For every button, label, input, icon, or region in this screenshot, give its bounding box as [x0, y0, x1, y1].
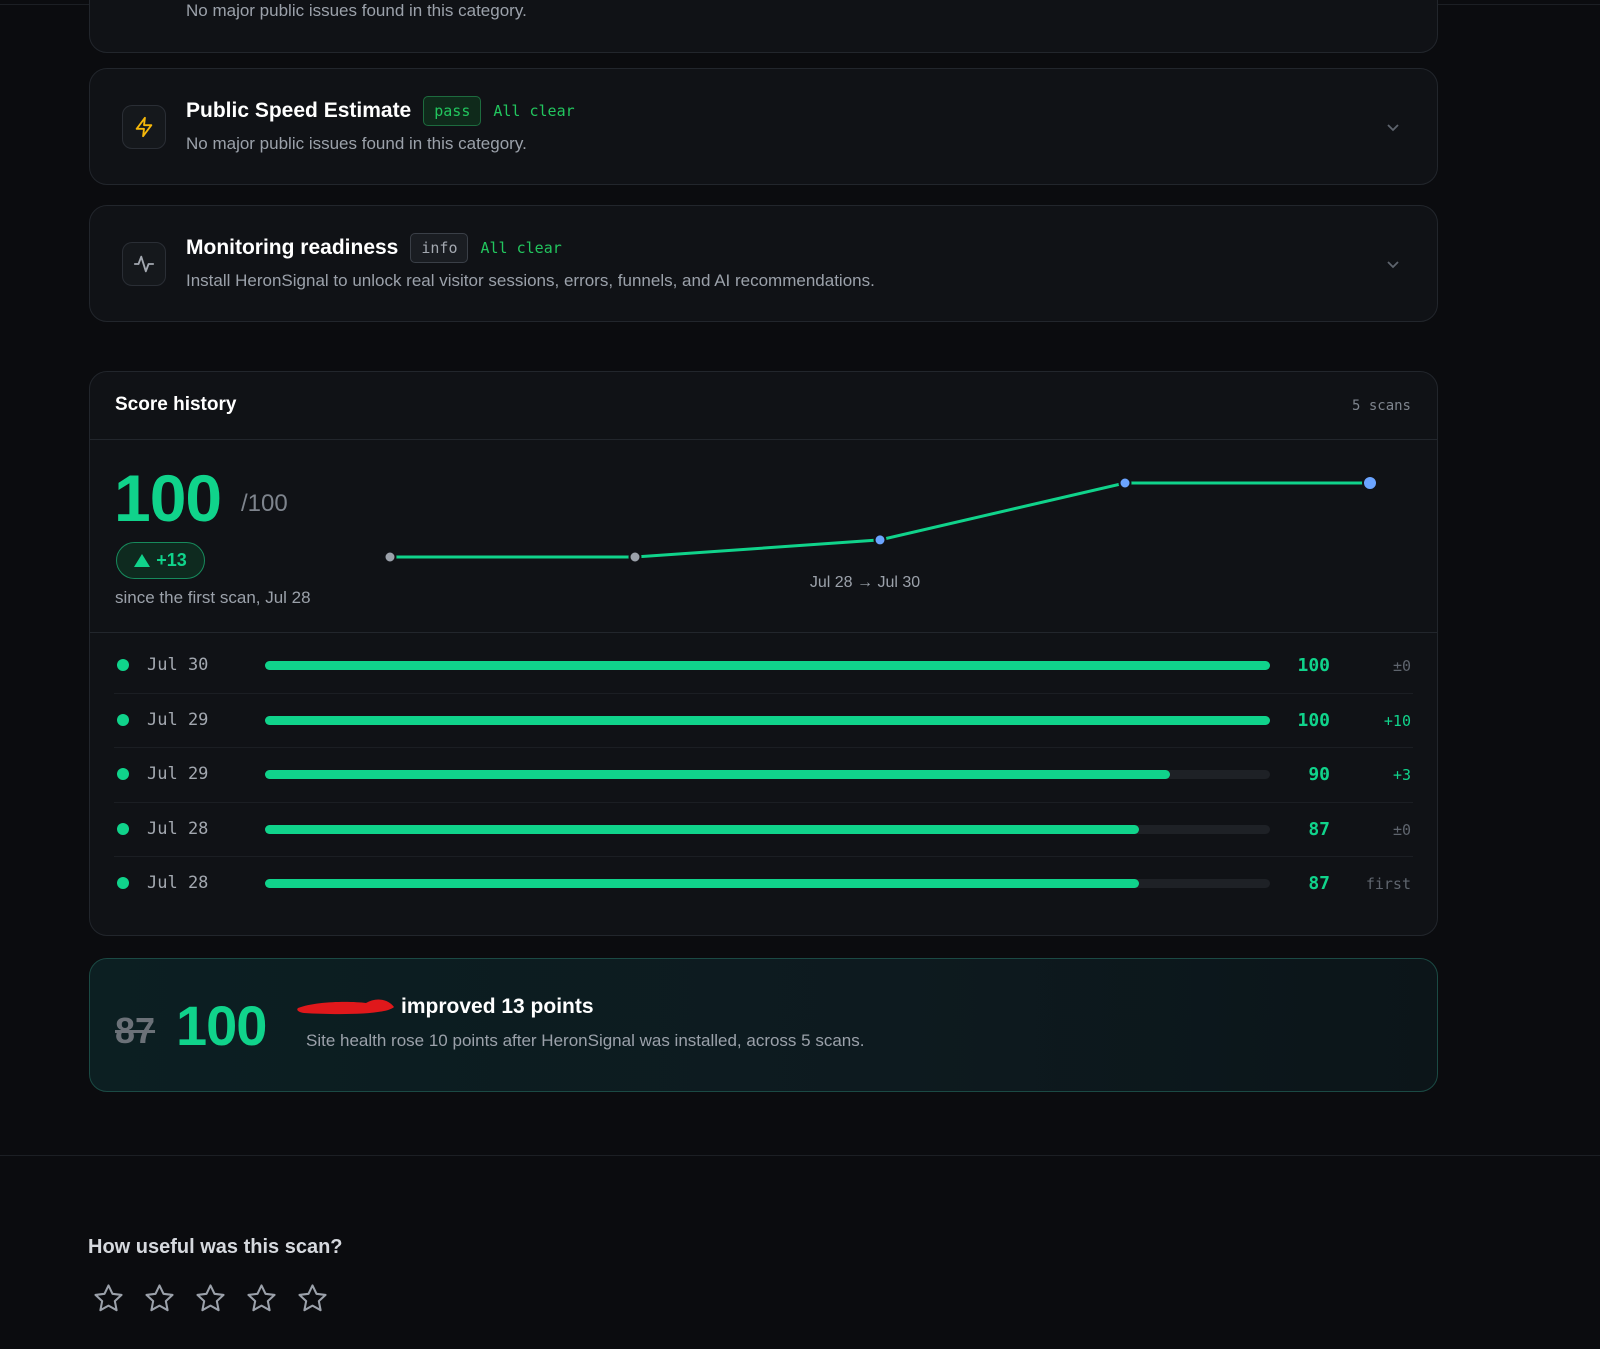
max-score: /100 — [241, 490, 288, 517]
row-date: Jul 30 — [147, 655, 209, 675]
row-delta: +10 — [1383, 711, 1411, 730]
row-date: Jul 28 — [147, 873, 209, 893]
row-divider — [114, 856, 1413, 857]
arrow-up-icon — [134, 554, 151, 567]
status-badge: info — [410, 233, 469, 263]
row-status-dot — [117, 768, 129, 780]
row-status-dot — [117, 659, 129, 671]
category-card-monitoring[interactable]: Monitoring readiness info All clear Inst… — [89, 205, 1438, 322]
score-history-title: Score history — [115, 394, 237, 415]
chevron-down-icon[interactable] — [1383, 254, 1403, 274]
status-text: All clear — [480, 239, 562, 257]
history-row: Jul 28 87 first — [90, 856, 1437, 910]
history-row: Jul 29 90 +3 — [90, 747, 1437, 801]
since-label: since the first scan, Jul 28 — [115, 588, 311, 607]
row-status-dot — [117, 713, 129, 726]
row-date: Jul 29 — [147, 709, 209, 730]
score-bar-fill — [265, 661, 1270, 670]
date-range-label: Jul 28 → Jul 30 — [809, 574, 921, 591]
improvement-description: Site health rose 10 points after HeronSi… — [306, 1031, 865, 1050]
row-score: 100 — [1297, 709, 1330, 731]
score-bar-track — [265, 715, 1270, 725]
sparkline-point — [383, 550, 397, 564]
row-date: Jul 28 — [147, 818, 209, 839]
improvement-summary: 87 100 improved 13 points Site health ro… — [89, 958, 1438, 1092]
new-score: 100 — [176, 994, 267, 1057]
star-icon[interactable] — [194, 1282, 227, 1315]
history-row: Jul 29 100 +10 — [90, 692, 1437, 747]
feedback-question: How useful was this scan? — [88, 1236, 343, 1258]
sparkline-point — [873, 533, 887, 547]
row-divider — [114, 801, 1413, 803]
history-divider — [90, 632, 1437, 633]
score-bar-fill — [265, 879, 1140, 888]
score-history-panel: Score history 5 scans 100 /100 +13 since… — [89, 371, 1438, 936]
score-delta-badge: +13 — [116, 542, 205, 579]
score-history-header: Score history 5 scans — [90, 372, 1437, 440]
category-title: Monitoring readiness — [186, 236, 399, 259]
row-delta: first — [1365, 875, 1411, 893]
history-row: Jul 28 87 ±0 — [90, 801, 1437, 856]
scan-count: 5 scans — [1351, 398, 1411, 414]
sparkline-point — [1118, 476, 1132, 490]
chevron-down-icon[interactable] — [1383, 117, 1403, 137]
score-bar-track — [265, 661, 1270, 670]
score-bar-track — [265, 824, 1270, 834]
row-delta: ±0 — [1392, 657, 1411, 675]
activity-icon — [122, 242, 166, 286]
row-score: 90 — [1308, 764, 1330, 785]
row-status-dot — [117, 877, 129, 889]
category-description: Install HeronSignal to unlock real visit… — [186, 271, 875, 290]
sparkline-point — [628, 550, 642, 564]
scan-report-page: No major public issues found in this cat… — [0, 0, 1600, 1349]
row-delta: +3 — [1392, 766, 1411, 784]
sparkline-point — [1362, 475, 1378, 491]
lightning-icon — [122, 105, 166, 149]
star-rating[interactable] — [92, 1282, 329, 1315]
score-bar-fill — [265, 715, 1270, 725]
row-score: 87 — [1308, 818, 1330, 840]
star-icon[interactable] — [245, 1282, 278, 1315]
category-card-partial[interactable]: No major public issues found in this cat… — [89, 0, 1438, 53]
row-score: 100 — [1297, 655, 1330, 676]
score-bar-track — [265, 879, 1270, 888]
status-text: All clear — [493, 102, 575, 120]
category-title-row: Monitoring readiness info All clear — [186, 233, 562, 263]
row-delta: ±0 — [1392, 820, 1411, 839]
category-card-speed[interactable]: Public Speed Estimate pass All clear No … — [89, 68, 1438, 185]
star-icon[interactable] — [143, 1282, 176, 1315]
category-description: No major public issues found in this cat… — [186, 134, 527, 153]
section-divider — [0, 1155, 1600, 1156]
history-row: Jul 30 100 ±0 — [90, 638, 1437, 692]
row-divider — [114, 747, 1413, 748]
score-bar-track — [265, 770, 1270, 779]
score-bar-fill — [265, 824, 1140, 834]
category-title: Public Speed Estimate — [186, 99, 412, 122]
category-title-row: Public Speed Estimate pass All clear — [186, 96, 575, 126]
previous-score: 87 — [115, 1010, 156, 1051]
score-delta-value: +13 — [156, 550, 187, 570]
improvement-title: improved 13 points — [401, 995, 594, 1018]
row-divider — [114, 692, 1413, 694]
star-icon[interactable] — [92, 1282, 125, 1315]
row-status-dot — [117, 822, 129, 835]
status-badge: pass — [423, 96, 482, 126]
current-score: 100 — [114, 461, 222, 535]
category-description: No major public issues found in this cat… — [186, 1, 527, 20]
score-bar-fill — [265, 770, 1170, 779]
row-date: Jul 29 — [147, 764, 209, 784]
redaction-mark — [297, 999, 394, 1015]
row-score: 87 — [1308, 873, 1330, 894]
star-icon[interactable] — [296, 1282, 329, 1315]
